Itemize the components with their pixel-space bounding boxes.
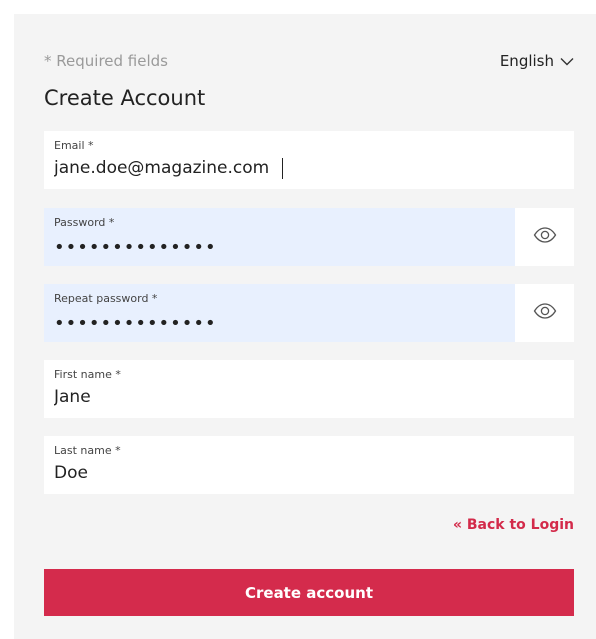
email-field-box: Email *	[44, 131, 574, 189]
eye-icon	[533, 227, 557, 247]
password-input[interactable]	[54, 234, 494, 260]
last-name-field-box: Last name *	[44, 436, 574, 494]
last-name-input[interactable]	[54, 460, 494, 486]
repeat-password-input[interactable]	[54, 310, 494, 336]
last-name-field[interactable]: Last name *	[44, 436, 574, 494]
first-name-field[interactable]: First name *	[44, 360, 574, 418]
last-name-label: Last name *	[54, 444, 121, 457]
email-input[interactable]	[54, 155, 494, 181]
text-caret	[282, 158, 283, 179]
password-field[interactable]: Password *	[44, 208, 574, 266]
show-password-toggle[interactable]	[516, 208, 574, 266]
repeat-password-field[interactable]: Repeat password *	[44, 284, 574, 342]
first-name-label: First name *	[54, 368, 121, 381]
repeat-password-field-box: Repeat password *	[44, 284, 515, 342]
repeat-password-label: Repeat password *	[54, 292, 158, 305]
required-fields-note: * Required fields	[44, 52, 168, 70]
back-to-login-link[interactable]: « Back to Login	[453, 517, 574, 533]
email-label: Email *	[54, 139, 94, 152]
language-select[interactable]: English	[500, 52, 574, 70]
language-label: English	[499, 52, 554, 70]
password-field-box: Password *	[44, 208, 515, 266]
first-name-field-box: First name *	[44, 360, 574, 418]
first-name-input[interactable]	[54, 384, 494, 410]
create-account-button[interactable]: Create account	[44, 569, 574, 616]
email-field[interactable]: Email *	[44, 131, 574, 189]
form-header: * Required fields English	[44, 52, 574, 74]
show-repeat-password-toggle[interactable]	[516, 284, 574, 342]
chevron-down-icon	[560, 57, 574, 66]
page-title: Create Account	[44, 86, 206, 110]
eye-icon	[533, 303, 557, 323]
password-label: Password *	[54, 216, 115, 229]
